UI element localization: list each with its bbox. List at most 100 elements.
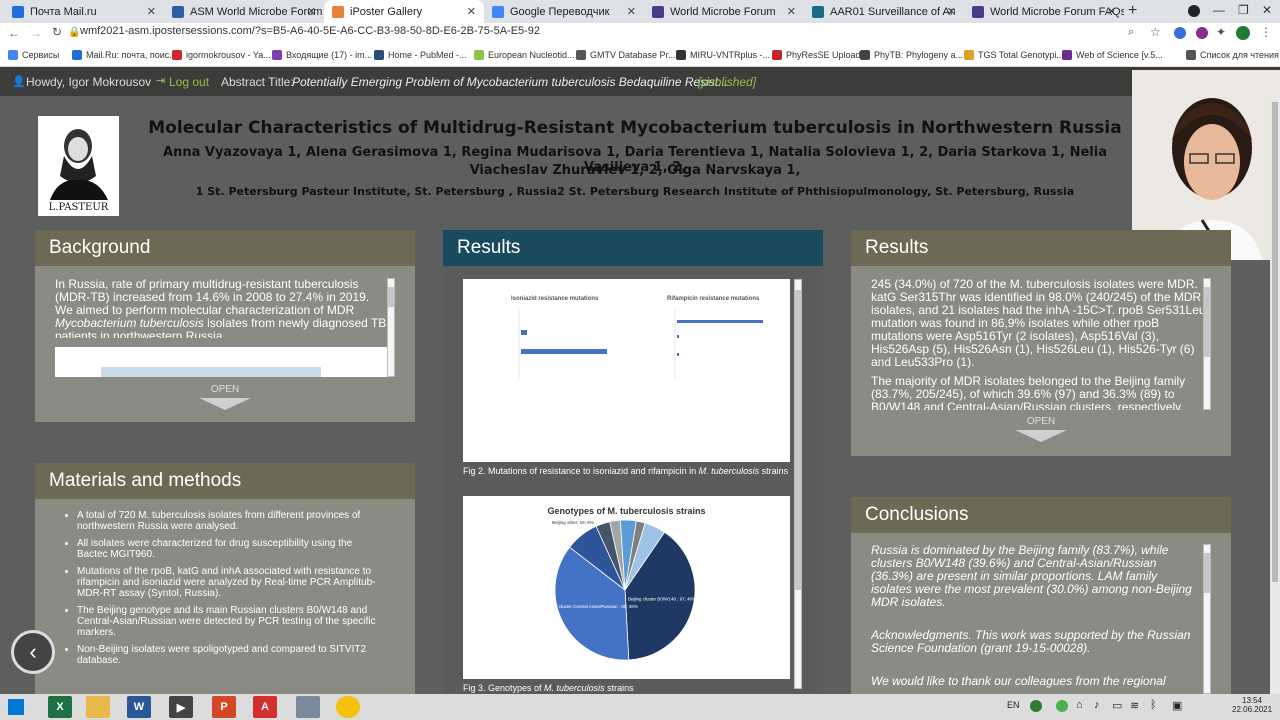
puzzle-icon[interactable]: ✦ [1216,25,1226,39]
bookmark-label: European Nucleotid... [488,50,575,60]
search-icon[interactable]: ⌕ [1128,26,1134,39]
close-tab-icon[interactable]: ✕ [947,5,956,18]
url-field[interactable]: wmf2021-asm.ipostersessions.com/?s=B5-A6… [80,25,540,37]
record-icon[interactable] [1188,5,1200,17]
new-tab-button[interactable]: + [1128,2,1137,20]
menu-icon[interactable]: ⋮ [1260,25,1272,39]
tab-iposter[interactable]: iPoster Gallery ✕ [324,0,484,23]
extension-icon[interactable] [1174,27,1186,39]
phytb-icon [860,50,870,60]
bookmark[interactable]: GMTV Database Pr... [576,50,676,60]
acrobat-icon[interactable]: A [253,696,277,718]
minimize-icon[interactable]: — [1213,3,1225,17]
close-tab-icon[interactable]: ✕ [627,5,636,18]
gmtv-icon [576,50,586,60]
tab-label: AAR01 Surveillance of Antimicrob [830,5,955,18]
windows-taskbar: X W ▶ P A EN ⌂ ♪ ▭ ≋ ᛒ ▣ 13:54 22.06.2021 [0,694,1280,720]
back-navigation-button[interactable]: ‹ [11,630,55,674]
bookmark-label: TGS Total Genotypi... [978,50,1064,60]
tab-faq[interactable]: World Microbe Forum FAQs ✕ [964,0,1124,23]
network-icon[interactable]: ⌂ [1076,699,1083,711]
tray-app-icon[interactable] [1056,700,1068,712]
scrollbar-thumb[interactable] [795,290,801,590]
results-right-text: 245 (34.0%) of 720 of the M. tuberculosi… [871,278,1206,410]
bookmark-label: PhyTB: Phylogeny a... [874,50,964,60]
powerpoint-icon[interactable]: P [212,696,236,718]
bookmark[interactable]: PhyResSE Upload [772,50,861,60]
media-player-icon[interactable]: ▶ [169,696,193,718]
bookmark[interactable]: MIRU-VNTRplus -... [676,50,770,60]
bookmark[interactable]: TGS Total Genotypi... [964,50,1064,60]
bookmark[interactable]: PhyTB: Phylogeny a... [860,50,963,60]
page-scrollbar[interactable] [1270,96,1280,694]
profile-avatar[interactable] [1236,26,1250,40]
open-label[interactable]: OPEN [851,416,1231,427]
extension-icon[interactable] [1196,27,1208,39]
back-icon[interactable]: ← [8,26,20,40]
bookmark[interactable]: Входящие (17) - im... [272,50,372,60]
page-scrollbar-thumb[interactable] [1272,102,1278,582]
battery-icon[interactable]: ▭ [1112,699,1122,712]
lock-icon[interactable]: 🔒 [68,27,80,38]
reading-list[interactable]: Список для чтения [1186,50,1279,60]
windows-start-icon[interactable] [8,699,24,715]
forward-icon[interactable]: → [30,26,42,40]
inbox-icon [272,50,282,60]
fig3-pie-chart: Genotypes of M. tuberculosis strains Bei… [463,496,790,679]
volume-icon[interactable]: ♪ [1094,699,1100,711]
scrollbar[interactable] [387,278,395,377]
bookmark[interactable]: Mail.Ru: почта, поис... [72,50,177,60]
wifi-icon[interactable]: ≋ [1130,699,1139,712]
clock[interactable]: 13:54 22.06.2021 [1232,696,1272,714]
iposter-icon [332,5,344,18]
logout-icon[interactable]: ⇥ [156,74,165,87]
caption-text: Fig 2. Mutations of resistance to isonia… [463,466,699,476]
bookmark-label: Mail.Ru: почта, поис... [86,50,177,60]
tab-mail[interactable]: Почта Mail.ru ✕ [4,0,164,23]
scrollbar-thumb[interactable] [1204,287,1210,357]
materials-section: Materials and methods A total of 720 M. … [35,463,415,694]
scrollbar-thumb[interactable] [1204,553,1210,593]
language-indicator[interactable]: EN [1007,700,1020,710]
bookmark-label: Входящие (17) - im... [286,50,373,60]
bluetooth-icon[interactable]: ᛒ [1150,699,1157,711]
close-tab-icon[interactable]: ✕ [1107,5,1116,18]
scrollbar[interactable] [1203,544,1211,694]
close-tab-icon[interactable]: ✕ [307,5,316,18]
ena-icon [474,50,484,60]
scrollbar[interactable] [794,279,802,689]
close-tab-icon[interactable]: ✕ [147,5,156,18]
bookmark[interactable]: European Nucleotid... [474,50,575,60]
logout-link[interactable]: Log out [169,75,209,89]
tab-asm[interactable]: ASM World Microbe Forum 2021✕ [164,0,324,23]
tab-translate[interactable]: Google Переводчик ✕ [484,0,644,23]
excel-icon[interactable]: X [48,696,72,718]
close-tab-icon[interactable]: ✕ [467,5,476,18]
scrollbar[interactable] [1203,278,1211,410]
scrollbar-thumb[interactable] [388,287,394,307]
bookmark[interactable]: Сервисы [8,50,59,60]
file-explorer-icon[interactable] [86,696,110,718]
conclusions-heading: Conclusions [851,497,1231,533]
bookmark-label: igormokrousov - Ya... [186,50,271,60]
word-icon[interactable]: W [127,696,151,718]
close-tab-icon[interactable]: ✕ [787,5,796,18]
logo-text: L.PASTEUR [48,202,109,213]
notification-icon[interactable]: ▣ [1172,699,1182,712]
star-icon[interactable]: ☆ [1150,25,1161,39]
bookmark[interactable]: igormokrousov - Ya... [172,50,271,60]
open-label[interactable]: OPEN [35,384,415,395]
expand-arrow-icon[interactable] [1015,430,1067,442]
reload-icon[interactable]: ↻ [52,25,62,39]
tray-app-icon[interactable] [1030,700,1042,712]
close-window-icon[interactable]: ✕ [1262,3,1272,17]
maximize-icon[interactable]: ❐ [1238,3,1249,17]
chrome-icon[interactable] [336,696,360,718]
bookmark[interactable]: Home - PubMed -... [374,50,467,60]
pubmed-icon [374,50,384,60]
bookmark[interactable]: Web of Science [v.5... [1062,50,1163,60]
tab-aar01[interactable]: AAR01 Surveillance of Antimicrob✕ [804,0,964,23]
tab-wmf[interactable]: World Microbe Forum ✕ [644,0,804,23]
expand-arrow-icon[interactable] [199,398,251,410]
photos-icon[interactable] [296,696,320,718]
